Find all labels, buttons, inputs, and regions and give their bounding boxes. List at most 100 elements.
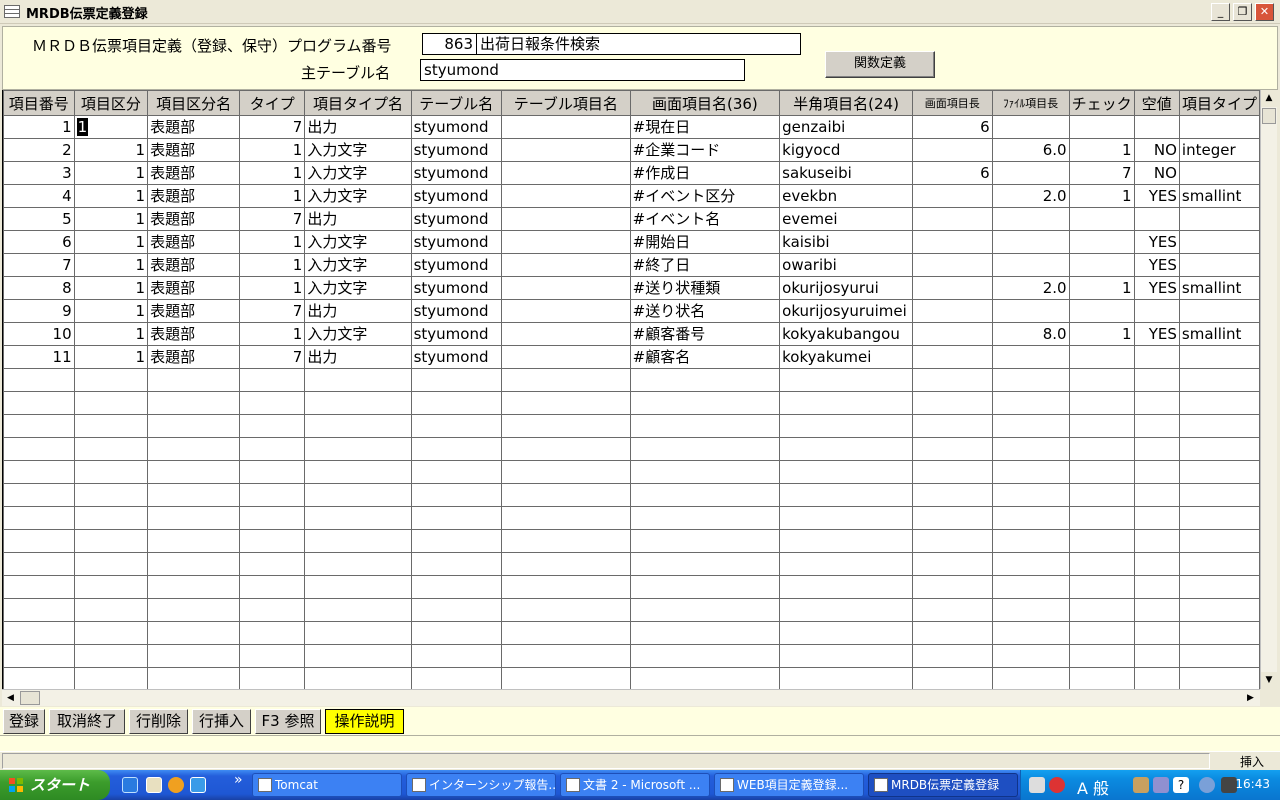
grid-cell[interactable] — [629, 529, 781, 553]
grid-cell[interactable] — [73, 621, 149, 645]
grid-cell[interactable] — [304, 414, 412, 438]
grid-cell[interactable] — [991, 621, 1070, 645]
register-button[interactable]: 登録 — [3, 709, 45, 734]
function-definition-button[interactable]: 関数定義 — [825, 51, 935, 78]
column-header[interactable]: テーブル項目名 — [500, 90, 631, 116]
grid-cell[interactable]: 1 — [73, 184, 149, 208]
grid-cell[interactable] — [73, 598, 149, 622]
grid-cell[interactable]: 入力文字 — [304, 184, 412, 208]
grid-cell[interactable] — [779, 483, 913, 507]
grid-cell[interactable] — [3, 529, 75, 553]
grid-cell[interactable]: kaisibi — [779, 230, 913, 254]
empty-row[interactable] — [3, 644, 1260, 668]
grid-cell[interactable] — [239, 460, 306, 484]
active-cell[interactable]: 1 — [76, 117, 89, 136]
grid-cell[interactable] — [1178, 667, 1260, 689]
grid-cell[interactable]: kokyakumei — [779, 345, 913, 369]
tools-icon[interactable] — [1133, 777, 1149, 793]
grid-cell[interactable] — [629, 368, 781, 392]
grid-cell[interactable] — [991, 506, 1070, 530]
grid-cell[interactable]: kokyakubangou — [779, 322, 913, 346]
grid-cell[interactable]: 7 — [239, 345, 306, 369]
grid-cell[interactable]: styumond — [410, 253, 502, 277]
grid-cell[interactable]: 出力 — [304, 115, 412, 139]
grid-cell[interactable]: integer — [1178, 138, 1260, 162]
grid-cell[interactable] — [500, 345, 631, 369]
grid-cell[interactable] — [629, 598, 781, 622]
grid-cell[interactable] — [304, 598, 412, 622]
grid-cell[interactable] — [911, 230, 993, 254]
grid-cell[interactable] — [73, 506, 149, 530]
grid-cell[interactable]: 6 — [911, 161, 993, 185]
grid-cell[interactable] — [239, 644, 306, 668]
grid-cell[interactable] — [3, 667, 75, 689]
grid-cell[interactable]: 6 — [911, 115, 993, 139]
grid-cell[interactable] — [1133, 345, 1180, 369]
grid-cell[interactable] — [1068, 253, 1135, 277]
scroll-up-icon[interactable]: ▲ — [1261, 90, 1277, 107]
scroll-down-icon[interactable]: ▼ — [1261, 672, 1277, 689]
grid-cell[interactable] — [410, 575, 502, 599]
grid-cell[interactable] — [1133, 552, 1180, 576]
grid-cell[interactable] — [3, 483, 75, 507]
vertical-scrollbar[interactable]: ▲ ▼ — [1260, 90, 1277, 689]
grid-cell[interactable] — [1133, 506, 1180, 530]
table-row[interactable]: 10 1 表題部 1 入力文字 styumond #顧客番号 kokyakubangou 8.0… — [3, 322, 1260, 346]
grid-cell[interactable] — [239, 598, 306, 622]
grid-cell[interactable] — [3, 437, 75, 461]
grid-cell[interactable] — [911, 391, 993, 415]
grid-cell[interactable] — [991, 161, 1070, 185]
grid-cell[interactable] — [73, 575, 149, 599]
grid-cell[interactable] — [500, 230, 631, 254]
grid-cell[interactable]: sakuseibi — [779, 161, 913, 185]
empty-row[interactable] — [3, 552, 1260, 576]
grid-cell[interactable] — [239, 483, 306, 507]
empty-row[interactable] — [3, 575, 1260, 599]
grid-cell[interactable] — [500, 299, 631, 323]
grid-cell[interactable]: 8 — [3, 276, 75, 300]
grid-cell[interactable] — [73, 437, 149, 461]
grid-cell[interactable] — [991, 253, 1070, 277]
grid-cell[interactable] — [500, 506, 631, 530]
grid-cell[interactable] — [911, 529, 993, 553]
grid-cell[interactable]: 1 — [239, 138, 306, 162]
grid-cell[interactable] — [911, 460, 993, 484]
grid-cell[interactable] — [1068, 575, 1135, 599]
grid-cell[interactable]: evekbn — [779, 184, 913, 208]
grid-cell[interactable] — [991, 667, 1070, 689]
grid-cell[interactable]: 1 — [73, 230, 149, 254]
grid-cell[interactable] — [304, 437, 412, 461]
grid-cell[interactable] — [1068, 345, 1135, 369]
grid-cell[interactable] — [991, 552, 1070, 576]
network-icon[interactable] — [1199, 777, 1215, 793]
grid-cell[interactable] — [1133, 529, 1180, 553]
grid-cell[interactable]: 3 — [3, 161, 75, 185]
grid-cell[interactable] — [147, 391, 241, 415]
grid-cell[interactable]: 1 — [239, 253, 306, 277]
delete-row-button[interactable]: 行削除 — [129, 709, 188, 734]
grid-cell[interactable]: 1 — [239, 161, 306, 185]
grid-cell[interactable] — [147, 621, 241, 645]
grid-cell[interactable] — [500, 322, 631, 346]
grid-cell[interactable] — [304, 644, 412, 668]
grid-cell[interactable]: 表題部 — [147, 115, 241, 139]
ime-mode[interactable]: A 般 — [1077, 775, 1109, 799]
grid-cell[interactable]: styumond — [410, 345, 502, 369]
grid-cell[interactable] — [629, 437, 781, 461]
empty-row[interactable] — [3, 391, 1260, 415]
grid-cell[interactable] — [500, 138, 631, 162]
grid-cell[interactable] — [1178, 368, 1260, 392]
grid-cell[interactable] — [410, 414, 502, 438]
grid-cell[interactable] — [147, 552, 241, 576]
grid-cell[interactable]: evemei — [779, 207, 913, 231]
grid-cell[interactable] — [304, 529, 412, 553]
grid-cell[interactable] — [239, 506, 306, 530]
grid-cell[interactable] — [911, 552, 993, 576]
scroll-left-icon[interactable]: ◀ — [2, 690, 19, 706]
column-header[interactable]: テーブル名 — [410, 90, 502, 116]
grid-cell[interactable] — [239, 368, 306, 392]
grid-cell[interactable]: 1 — [239, 322, 306, 346]
grid-cell[interactable] — [1178, 391, 1260, 415]
grid-cell[interactable] — [73, 368, 149, 392]
grid-cell[interactable] — [629, 575, 781, 599]
